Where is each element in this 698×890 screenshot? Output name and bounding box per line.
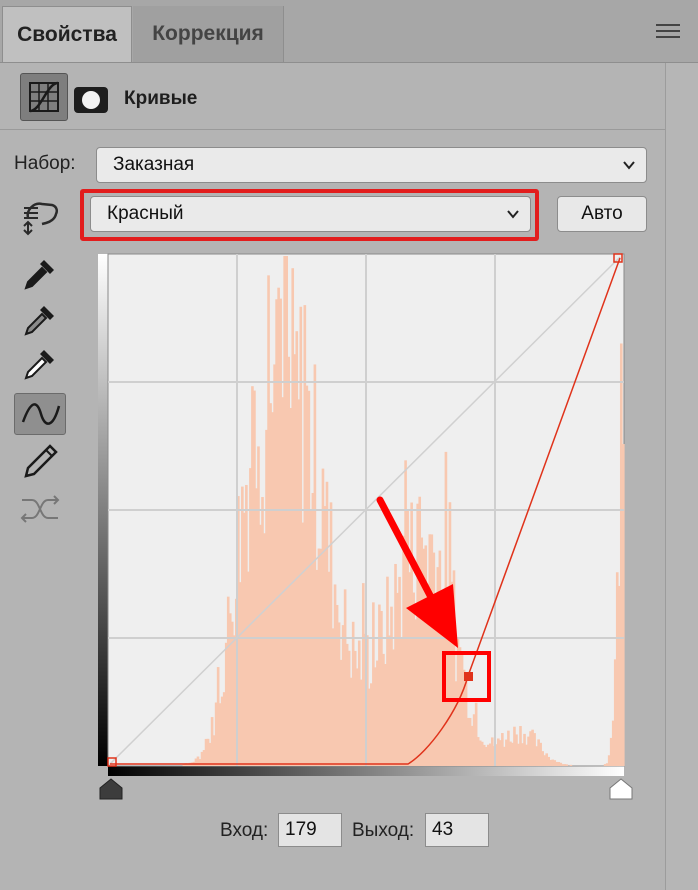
black-point-eyedropper-icon[interactable] <box>14 254 66 296</box>
panel-scrollbar[interactable] <box>665 63 698 890</box>
channel-value: Красный <box>107 203 184 224</box>
output-gradient-bar <box>98 254 108 766</box>
histogram-bar <box>569 764 573 766</box>
curve-point-active <box>464 672 473 681</box>
layer-mask-icon[interactable] <box>74 87 108 113</box>
channel-select[interactable]: Красный <box>90 196 531 232</box>
auto-button[interactable]: Авто <box>557 196 647 232</box>
output-label: Выход: <box>352 820 415 841</box>
smooth-curve-icon[interactable] <box>14 488 66 530</box>
input-field[interactable]: 179 <box>278 813 342 847</box>
curves-graph-svg[interactable] <box>98 252 626 776</box>
input-label: Вход: <box>220 820 269 841</box>
curves-adjustment-icon[interactable] <box>20 73 68 121</box>
histogram-bar <box>621 444 625 766</box>
panel-menu-icon[interactable] <box>656 24 680 40</box>
gray-point-eyedropper-icon[interactable] <box>14 300 66 342</box>
output-field[interactable]: 43 <box>425 813 489 847</box>
pencil-icon[interactable] <box>14 440 66 482</box>
white-point-slider[interactable] <box>608 778 634 800</box>
input-gradient-bar <box>108 766 624 776</box>
chevron-down-icon <box>507 210 519 219</box>
curve-points-icon[interactable] <box>14 393 66 435</box>
chevron-down-icon <box>623 161 635 170</box>
tab-adjustments[interactable]: Коррекция <box>133 6 284 62</box>
preset-value: Заказная <box>113 154 195 175</box>
curves-graph[interactable] <box>98 252 626 776</box>
preset-label: Набор: <box>14 153 76 174</box>
white-point-eyedropper-icon[interactable] <box>14 344 66 386</box>
preset-select[interactable]: Заказная <box>96 147 647 183</box>
black-point-slider[interactable] <box>98 778 124 800</box>
histogram-bar <box>565 764 569 766</box>
on-image-adjust-icon[interactable] <box>18 196 62 236</box>
panel-header: Кривые <box>0 63 665 130</box>
tab-properties[interactable]: Свойства <box>2 6 132 62</box>
tab-bar: Свойства Коррекция <box>0 0 698 63</box>
panel-title: Кривые <box>124 88 198 109</box>
